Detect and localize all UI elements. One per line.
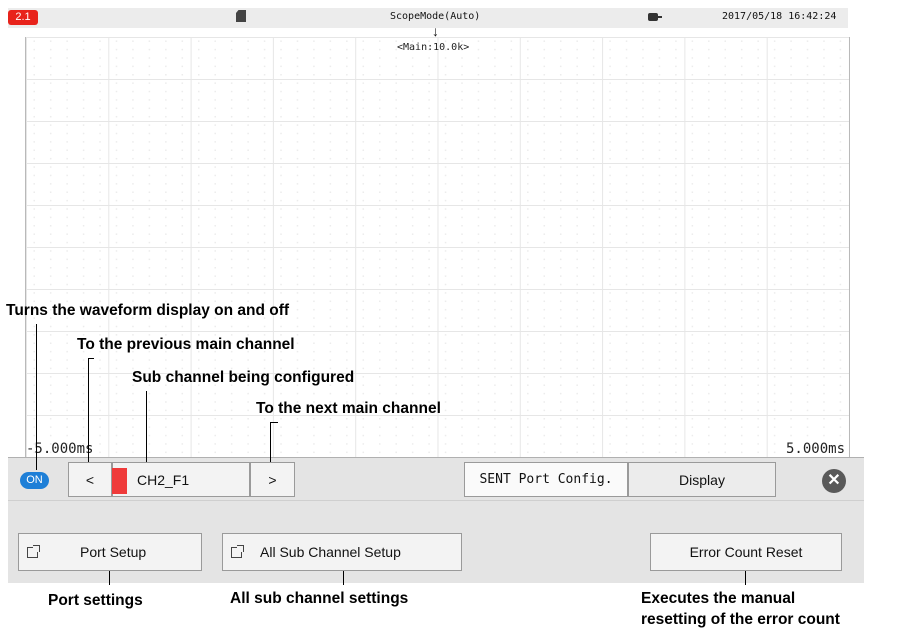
close-icon[interactable]: ✕ xyxy=(822,469,846,493)
annotation-error-reset-line2: resetting of the error count xyxy=(641,611,840,628)
sd-card-icon xyxy=(236,10,246,22)
annotation-next-channel: To the next main channel xyxy=(256,400,441,417)
annotation-waveform-toggle: Turns the waveform display on and off xyxy=(6,302,290,319)
all-sub-channel-setup-button[interactable]: All Sub Channel Setup xyxy=(222,533,462,571)
annotation-error-reset-line1: Executes the manual xyxy=(641,590,796,607)
main-sample-rate: <Main:10.0k> xyxy=(397,42,470,53)
annotation-prev-channel: To the previous main channel xyxy=(77,336,295,353)
error-count-reset-button[interactable]: Error Count Reset xyxy=(650,533,842,571)
prev-channel-button[interactable]: < xyxy=(68,462,112,497)
annotation-sub-channel: Sub channel being configured xyxy=(132,369,355,386)
power-plug-icon xyxy=(648,13,662,21)
external-link-icon xyxy=(27,544,40,558)
port-setup-label: Port Setup xyxy=(80,544,147,560)
waveform-display[interactable] xyxy=(25,37,850,457)
annotation-port-settings: Port settings xyxy=(48,592,143,609)
time-axis-right: 5.000ms xyxy=(786,441,846,457)
channel-name: CH2_F1 xyxy=(137,471,190,488)
sub-channel-selector[interactable]: CH2_F1 xyxy=(112,462,250,497)
tab-sent-port-config[interactable]: SENT Port Config. xyxy=(464,462,628,497)
port-setup-button[interactable]: Port Setup xyxy=(18,533,202,571)
tab-display[interactable]: Display xyxy=(628,462,776,497)
channel-badge: 2.1 xyxy=(8,10,38,25)
datetime: 2017/05/18 16:42:24 xyxy=(722,11,837,22)
waveform-on-toggle[interactable]: ON xyxy=(20,472,49,489)
status-bar: 2.1 ScopeMode(Auto) 2017/05/18 16:42:24 xyxy=(8,8,848,28)
external-link-icon xyxy=(231,544,244,558)
channel-color-strip xyxy=(112,468,127,494)
all-sub-channel-setup-label: All Sub Channel Setup xyxy=(260,544,401,560)
acquisition-mode: ScopeMode(Auto) xyxy=(390,11,481,22)
annotation-all-sub-channel-settings: All sub channel settings xyxy=(230,590,409,607)
next-channel-button[interactable]: > xyxy=(250,462,295,497)
